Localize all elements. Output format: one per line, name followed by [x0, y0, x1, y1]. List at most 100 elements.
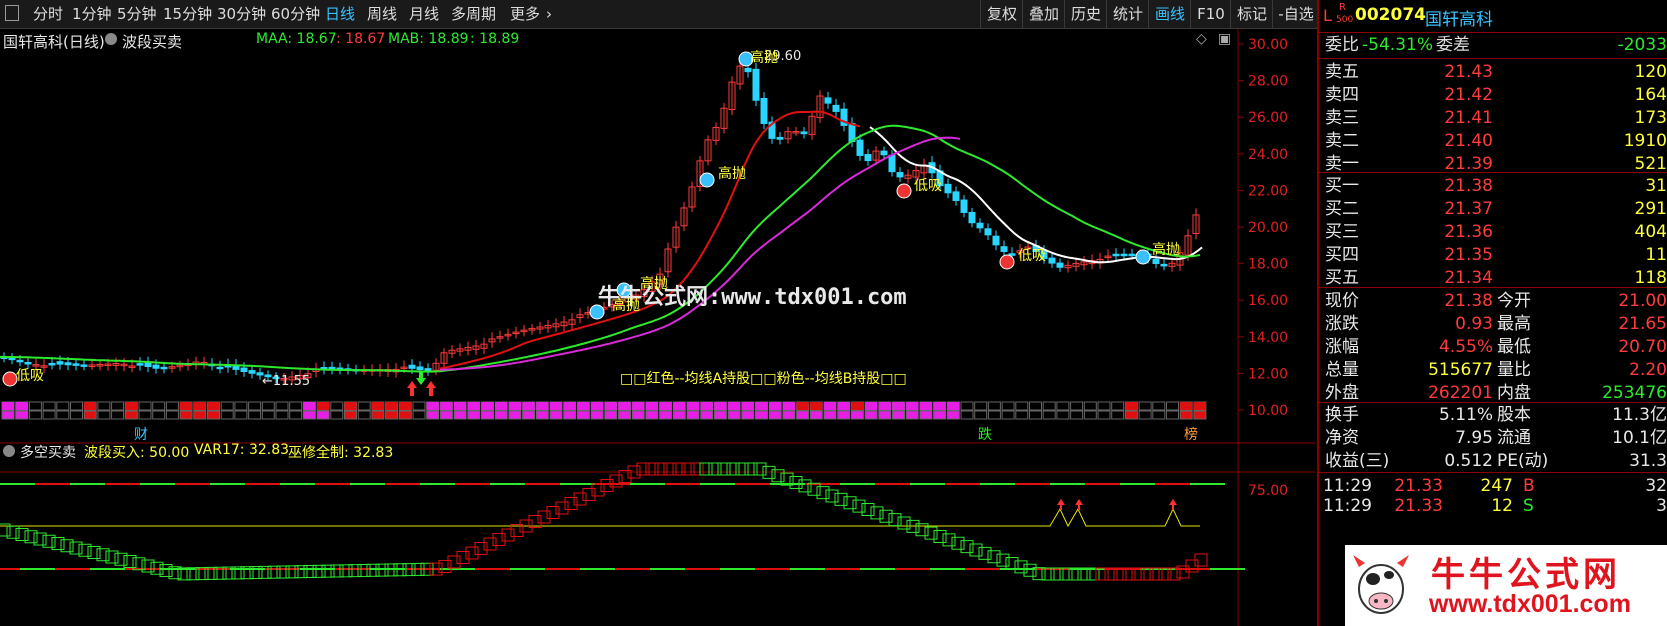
tick-price: 21.33 — [1394, 496, 1443, 516]
strip-cell-fill — [481, 402, 494, 410]
f10-button[interactable]: F10 — [1190, 0, 1231, 28]
stat-value: 4.55% — [1438, 337, 1493, 357]
strip-cell-fill — [467, 402, 480, 410]
osc-box — [348, 564, 362, 578]
bid-label: 买三 — [1325, 222, 1359, 242]
period-tab-1min[interactable]: 1分钟 — [72, 4, 112, 24]
strip-cell-fill — [604, 402, 617, 410]
osc-box — [312, 564, 326, 578]
strip-cell-fill — [1180, 402, 1193, 410]
strip-cell-fill — [618, 402, 631, 410]
osc-box — [492, 533, 506, 546]
buy-arrow-icon — [407, 381, 417, 396]
osc-box — [753, 462, 767, 476]
more-arrow-icon[interactable]: › — [546, 4, 552, 24]
osc-box — [825, 489, 839, 503]
strip-cell — [1111, 410, 1125, 420]
quote-row: 11:29 21.33 12 S 3 — [1319, 494, 1667, 518]
period-tab-weekly[interactable]: 周线 — [367, 4, 397, 24]
osc-box — [537, 510, 551, 524]
osc-box — [321, 564, 335, 578]
osc-box — [636, 462, 650, 476]
osc-box — [807, 482, 821, 496]
osc-box — [1005, 557, 1019, 570]
strip-cell-fill — [714, 402, 727, 410]
fund-label: 股本 — [1497, 405, 1531, 425]
strip-cell — [56, 401, 70, 411]
stat-label: 现价 — [1325, 291, 1359, 311]
mark-button[interactable]: 标记 — [1230, 0, 1273, 28]
strip-cell — [1152, 410, 1166, 420]
overlay-button[interactable]: 叠加 — [1022, 0, 1065, 28]
history-button[interactable]: 历史 — [1064, 0, 1107, 28]
chart-area[interactable]: 30.00 28.00 26.00 24.00 22.00 20.00 18.00 16.00… — [0, 29, 1315, 626]
strip-cell-fill — [426, 402, 439, 410]
market-badge-l: L — [1323, 6, 1332, 25]
period-tab-more[interactable]: 更多 — [510, 4, 540, 24]
period-tab-30min[interactable]: 30分钟 — [217, 4, 266, 24]
candle-body — [16, 359, 24, 363]
ad-banner[interactable]: 牛牛公式网 www.tdx001.com — [1345, 545, 1667, 626]
stat-value: 21.38 — [1444, 291, 1493, 311]
strip-cell — [207, 410, 220, 420]
candle-body — [864, 154, 872, 162]
osc-box — [744, 462, 758, 476]
menu-toggle-icon[interactable] — [5, 5, 19, 21]
candle-body — [1048, 257, 1056, 264]
draw-line-button[interactable]: 画线 — [1148, 0, 1191, 28]
strip-cell — [1001, 410, 1015, 420]
stats-button[interactable]: 统计 — [1106, 0, 1149, 28]
strip-cell — [604, 410, 618, 420]
strip-cell — [193, 410, 207, 420]
indicator-toggle-icon[interactable] — [105, 33, 117, 45]
sub-toggle-icon[interactable] — [3, 445, 15, 457]
ask-label: 卖二 — [1325, 131, 1359, 151]
osc-box — [897, 516, 911, 530]
kline-chart[interactable]: 30.00 28.00 26.00 24.00 22.00 20.00 18.00 16.00… — [0, 29, 1315, 626]
period-tab-5min[interactable]: 5分钟 — [117, 4, 157, 24]
strip-cell-fill — [84, 402, 97, 410]
strip-cell-fill — [632, 402, 645, 410]
restore-rights-button[interactable]: 复权 — [980, 0, 1023, 28]
period-tab-daily[interactable]: 日线 — [325, 4, 355, 24]
fund-value: 31.3 — [1629, 451, 1667, 471]
event-tag-die[interactable]: 跌 — [978, 424, 992, 444]
moving-average-lines — [0, 110, 1203, 373]
osc-box — [303, 565, 317, 578]
strip-cell — [248, 410, 262, 420]
stat-label: 今开 — [1497, 291, 1531, 311]
candle-body — [1128, 253, 1136, 257]
event-tag-bang[interactable]: 榜 — [1184, 424, 1198, 444]
quote-row: 净资 7.95 流通 10.1亿 — [1319, 426, 1667, 450]
period-toolbar: 分时 1分钟 5分钟 15分钟 30分钟 60分钟 日线 周线 月线 多周期 更… — [0, 0, 1380, 29]
favorites-button[interactable]: -自选 — [1272, 0, 1319, 28]
strip-cell-fill — [851, 402, 864, 410]
period-tab-multi[interactable]: 多周期 — [451, 4, 496, 24]
osc-box — [951, 536, 965, 550]
osc-box — [645, 462, 659, 476]
sub-indicator-name[interactable]: 多空买卖 — [20, 442, 76, 462]
strip-cell-fill — [673, 402, 686, 410]
strip-cell — [809, 410, 823, 420]
strip-cell-fill — [454, 402, 467, 410]
indicator-name[interactable]: 波段买卖 — [122, 31, 182, 52]
bid-price: 21.37 — [1444, 199, 1493, 219]
strip-cell — [1097, 401, 1111, 411]
diamond-icon[interactable]: ◇ — [1196, 31, 1207, 47]
event-tag-cai[interactable]: 财 — [134, 424, 148, 444]
weibi-row: 委比 -54.31% 委差 -2033 — [1325, 35, 1667, 55]
candle-body — [952, 191, 960, 201]
osc-box — [960, 540, 974, 554]
osc-box — [726, 462, 740, 476]
period-tab-15min[interactable]: 15分钟 — [163, 4, 212, 24]
candle-body — [856, 139, 864, 156]
period-tab-60min[interactable]: 60分钟 — [271, 4, 320, 24]
stat-label: 涨跌 — [1325, 314, 1359, 334]
candle-body — [968, 211, 976, 224]
period-tab-fenshi[interactable]: 分时 — [33, 4, 63, 24]
period-tab-monthly[interactable]: 月线 — [409, 4, 439, 24]
stat-label: 量比 — [1497, 360, 1531, 380]
osc-box — [456, 551, 470, 564]
stat-value: 2.20 — [1629, 360, 1667, 380]
restore-icon[interactable]: ▣ — [1218, 31, 1231, 47]
